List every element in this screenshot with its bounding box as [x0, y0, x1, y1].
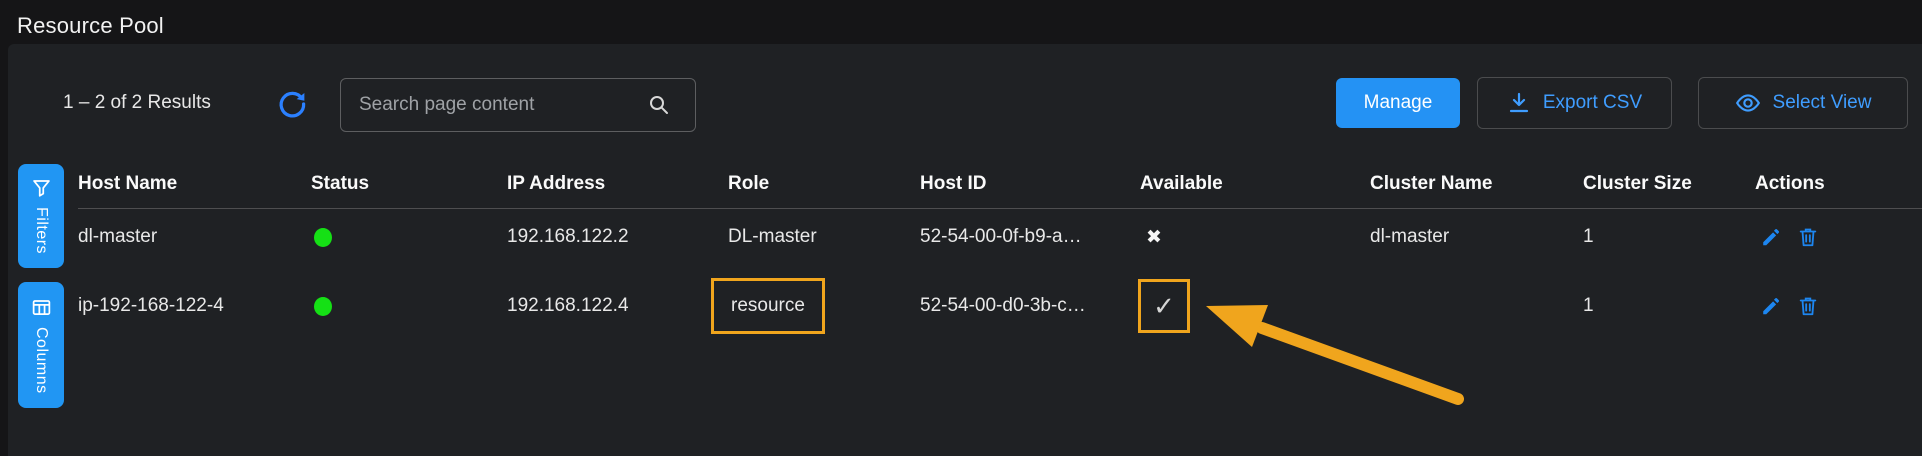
host-name-cell: ip-192-168-122-4: [78, 295, 311, 317]
refresh-button[interactable]: [277, 89, 307, 119]
column-header-cluster-name[interactable]: Cluster Name: [1370, 173, 1583, 195]
column-header-host-id[interactable]: Host ID: [920, 173, 1140, 195]
table-row: ip-192-168-122-4 192.168.122.4 resource …: [0, 265, 1922, 347]
export-csv-button[interactable]: Export CSV: [1477, 77, 1672, 129]
table-row: dl-master 192.168.122.2 DL-master 52-54-…: [0, 209, 1922, 265]
select-view-label: Select View: [1773, 92, 1872, 114]
resource-pool-screen: Resource Pool 1 – 2 of 2 Results Manage …: [0, 0, 1922, 456]
host-id-cell: 52-54-00-0f-b9-a…: [920, 226, 1140, 248]
status-online-dot: [314, 297, 332, 316]
actions-cell: [1755, 295, 1922, 317]
edit-pencil-icon[interactable]: [1760, 226, 1782, 248]
status-cell: [311, 297, 507, 316]
available-cell: ✖: [1140, 226, 1370, 249]
highlight-box-available: ✓: [1138, 279, 1190, 333]
manage-button-label: Manage: [1364, 92, 1433, 114]
highlight-box-role: resource: [711, 278, 825, 334]
role-value: resource: [731, 295, 805, 316]
column-header-available[interactable]: Available: [1140, 173, 1370, 195]
cluster-size-cell: 1: [1583, 226, 1755, 248]
ip-address-cell: 192.168.122.2: [507, 226, 728, 248]
search-input[interactable]: [341, 79, 641, 131]
table-header-row: Host Name Status IP Address Role Host ID…: [0, 164, 1922, 204]
cluster-name-cell: dl-master: [1370, 226, 1583, 248]
column-header-role[interactable]: Role: [728, 173, 920, 195]
role-cell: DL-master: [728, 226, 920, 248]
available-cell: ✓: [1140, 279, 1370, 333]
actions-cell: [1755, 226, 1922, 248]
refresh-icon: [277, 89, 307, 119]
delete-trash-icon[interactable]: [1797, 226, 1819, 248]
page-title: Resource Pool: [17, 13, 164, 39]
cluster-size-cell: 1: [1583, 295, 1755, 317]
eye-icon: [1735, 90, 1761, 116]
select-view-button[interactable]: Select View: [1698, 77, 1908, 129]
status-cell: [311, 228, 507, 247]
role-cell: resource: [728, 278, 920, 334]
available-check: ✓: [1153, 291, 1175, 322]
host-id-cell: 52-54-00-d0-3b-c…: [920, 295, 1140, 317]
column-header-actions: Actions: [1755, 173, 1922, 195]
search-box: [340, 78, 696, 132]
status-online-dot: [314, 228, 332, 247]
column-header-cluster-size[interactable]: Cluster Size: [1583, 173, 1755, 195]
column-header-status[interactable]: Status: [311, 173, 507, 195]
manage-button[interactable]: Manage: [1336, 78, 1460, 128]
export-csv-label: Export CSV: [1543, 92, 1642, 114]
download-icon: [1507, 91, 1531, 115]
host-name-cell: dl-master: [78, 226, 311, 248]
column-header-ip-address[interactable]: IP Address: [507, 173, 728, 195]
column-header-host-name[interactable]: Host Name: [78, 173, 311, 195]
ip-address-cell: 192.168.122.4: [507, 295, 728, 317]
edit-pencil-icon[interactable]: [1760, 295, 1782, 317]
delete-trash-icon[interactable]: [1797, 295, 1819, 317]
results-count: 1 – 2 of 2 Results: [63, 92, 211, 114]
search-icon[interactable]: [647, 93, 671, 117]
